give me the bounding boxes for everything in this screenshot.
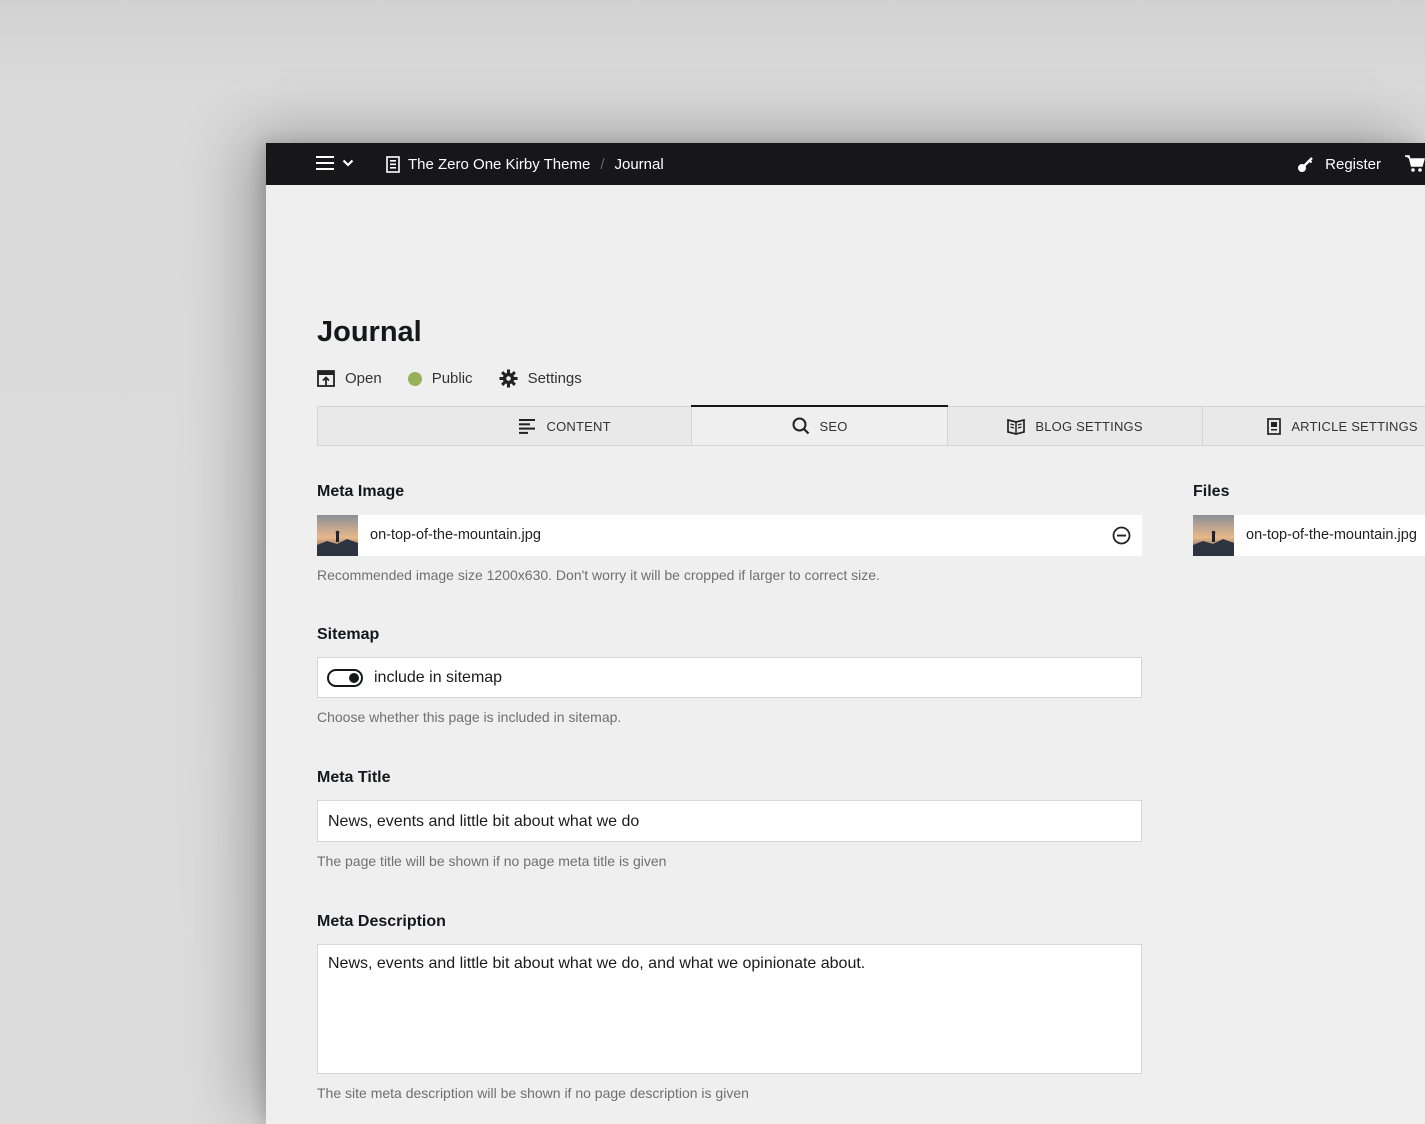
settings-label: Settings: [527, 370, 582, 387]
meta-description-label: Meta Description: [317, 913, 446, 930]
hamburger-icon: [316, 155, 334, 171]
status-label: Public: [431, 370, 473, 387]
tab-article-settings-label: ARTICLE SETTINGS: [1291, 418, 1418, 434]
remove-circle-icon[interactable]: [1112, 526, 1131, 545]
main-menu-button[interactable]: [316, 155, 354, 171]
tab-seo[interactable]: SEO: [691, 405, 948, 445]
page-actions: Open Public Settings: [317, 369, 608, 388]
page-title: Journal: [317, 316, 422, 348]
meta-image-filename[interactable]: on-top-of-the-mountain.jpg: [370, 527, 541, 543]
register-label: Register: [1325, 155, 1381, 173]
tab-blog-settings[interactable]: BLOG SETTINGS: [948, 407, 1204, 445]
meta-image-label: Meta Image: [317, 483, 405, 500]
open-icon: [317, 370, 335, 387]
tab-content-label: CONTENT: [546, 418, 611, 434]
kirby-panel-window: The Zero One Kirby Theme / Journal Regis…: [266, 143, 1425, 1124]
tab-content[interactable]: CONTENT: [318, 407, 693, 445]
tab-blog-settings-label: BLOG SETTINGS: [1035, 418, 1143, 434]
register-button[interactable]: Register: [1297, 155, 1381, 173]
breadcrumb-site[interactable]: The Zero One Kirby Theme: [408, 156, 590, 173]
open-button[interactable]: Open: [317, 370, 382, 387]
meta-title-help: The page title will be shown if no page …: [317, 853, 667, 869]
cart-icon[interactable]: [1405, 155, 1425, 173]
key-icon: [1297, 155, 1315, 173]
topbar-right: Register: [1297, 143, 1425, 185]
tab-article-settings[interactable]: ARTICLE SETTINGS: [1203, 407, 1425, 445]
page-icon: [386, 155, 400, 173]
sitemap-toggle-text: include in sitemap: [374, 669, 503, 686]
meta-image-help: Recommended image size 1200x630. Don't w…: [317, 567, 880, 583]
sitemap-field: include in sitemap: [317, 657, 1142, 698]
topbar: The Zero One Kirby Theme / Journal Regis…: [266, 143, 1425, 185]
mountain-thumbnail: [1193, 515, 1234, 556]
files-label: Files: [1193, 483, 1230, 500]
toggle-switch[interactable]: [327, 669, 363, 687]
tab-bar: CONTENT SEO BLOG SETTINGS ARTICLE SETTIN…: [317, 405, 1425, 446]
settings-button[interactable]: Settings: [499, 369, 582, 388]
meta-image-field[interactable]: on-top-of-the-mountain.jpg: [317, 515, 1142, 556]
meta-title-value: News, events and little bit about what w…: [328, 813, 640, 830]
mountain-thumbnail: [317, 515, 358, 556]
meta-description-value: News, events and little bit about what w…: [328, 955, 866, 972]
meta-title-label: Meta Title: [317, 769, 391, 786]
breadcrumb-separator: /: [600, 155, 605, 173]
chevron-down-icon: [342, 158, 354, 168]
open-label: Open: [345, 370, 382, 387]
meta-description-help: The site meta description will be shown …: [317, 1085, 749, 1101]
meta-title-input[interactable]: News, events and little bit about what w…: [317, 800, 1142, 842]
meta-description-textarea[interactable]: News, events and little bit about what w…: [317, 944, 1142, 1074]
gear-icon: [499, 369, 518, 388]
text-left-icon: [518, 418, 537, 434]
sitemap-help: Choose whether this page is included in …: [317, 709, 622, 725]
files-item-filename: on-top-of-the-mountain.jpg: [1246, 527, 1417, 543]
search-icon: [792, 417, 810, 435]
files-item[interactable]: on-top-of-the-mountain.jpg: [1193, 515, 1425, 556]
document-icon: [1267, 417, 1282, 435]
sitemap-label: Sitemap: [317, 626, 380, 643]
breadcrumb-journal[interactable]: Journal: [614, 156, 663, 173]
breadcrumb: The Zero One Kirby Theme / Journal: [386, 143, 664, 185]
book-icon: [1007, 418, 1026, 435]
status-dot-icon: [407, 371, 422, 386]
tab-seo-label: SEO: [819, 418, 848, 434]
status-button[interactable]: Public: [407, 370, 473, 387]
